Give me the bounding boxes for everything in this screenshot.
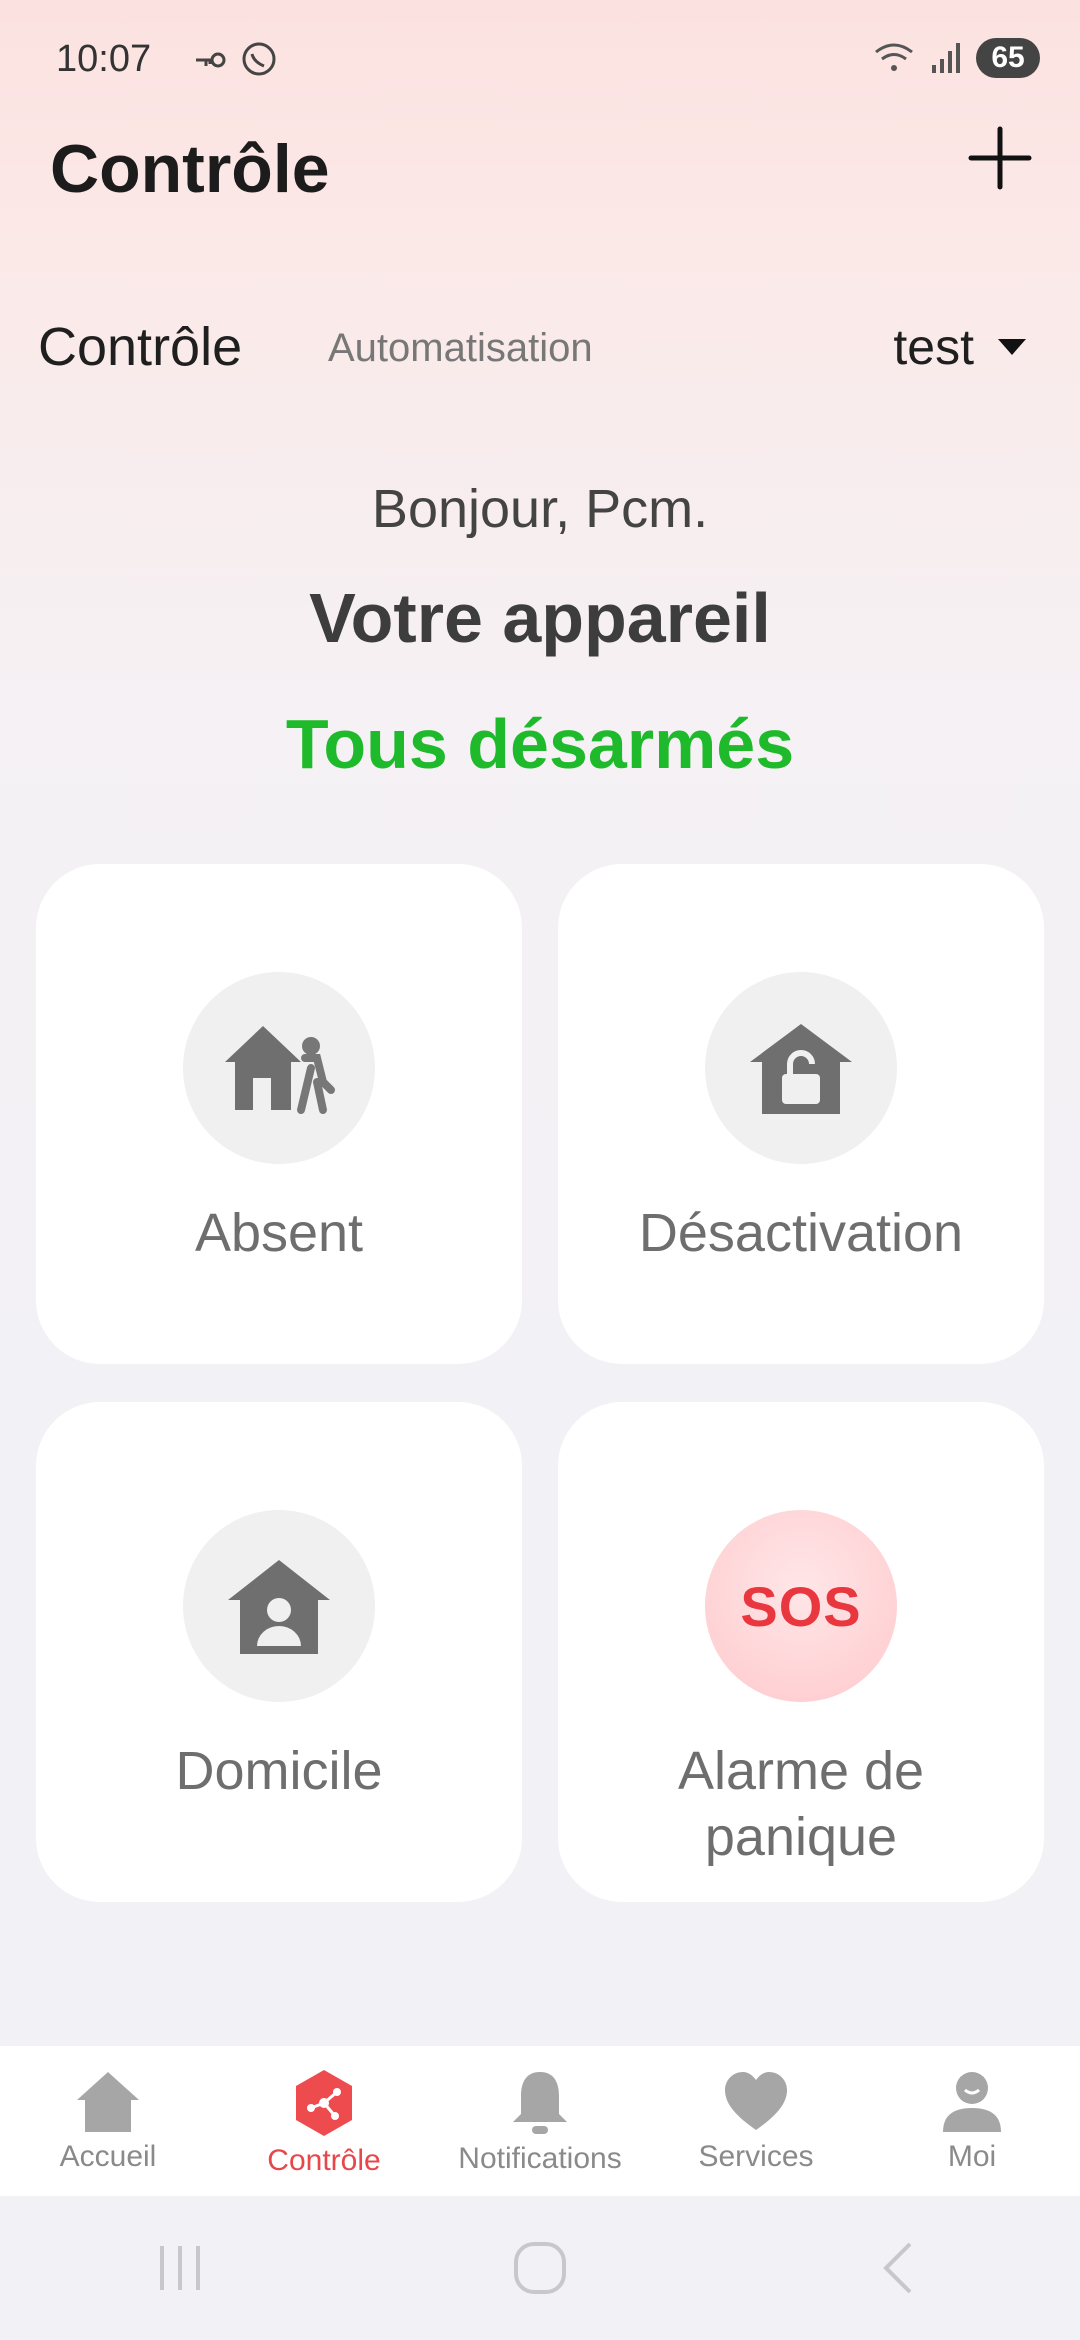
nav-label-services: Services — [698, 2140, 814, 2173]
sos-icon: SOS — [705, 1510, 897, 1702]
battery-indicator: 65 — [976, 38, 1040, 78]
mode-card-panic[interactable]: SOS Alarme de panique — [558, 1402, 1044, 1902]
tab-control[interactable]: Contrôle — [38, 316, 242, 378]
signal-icon — [932, 43, 960, 73]
nav-item-home[interactable]: Accueil — [0, 2046, 216, 2196]
nav-label-control: Contrôle — [267, 2144, 381, 2177]
mode-label-disarm: Désactivation — [638, 1203, 964, 1263]
mode-card-away[interactable]: Absent — [36, 864, 522, 1364]
mode-card-home[interactable]: Domicile — [36, 1402, 522, 1902]
bottom-nav: Accueil Contrôle Notifications Services — [0, 2046, 1080, 2196]
device-title: Votre appareil — [309, 579, 771, 657]
key-icon — [196, 52, 226, 68]
user-icon — [943, 2072, 1001, 2132]
greeting-text: Bonjour, Pcm. — [371, 479, 709, 539]
house-unlock-icon — [705, 972, 897, 1164]
system-navigation-bar — [0, 2196, 1080, 2340]
control-icon — [296, 2070, 352, 2136]
wifi-icon — [875, 43, 913, 71]
house-walking-icon — [183, 972, 375, 1164]
home-icon — [77, 2072, 139, 2132]
nav-item-control[interactable]: Contrôle — [216, 2046, 432, 2196]
caret-down-icon — [998, 339, 1026, 355]
back-icon[interactable] — [870, 2238, 930, 2298]
nav-label-home: Accueil — [59, 2140, 157, 2173]
home-button-icon[interactable] — [510, 2238, 570, 2298]
whatsapp-icon — [242, 42, 276, 76]
mode-label-away: Absent — [194, 1203, 364, 1263]
home-selector-label: test — [893, 319, 974, 375]
device-status: Tous désarmés — [285, 705, 795, 783]
mode-label-panic: Alarme de panique — [677, 1741, 925, 1867]
status-notification-icons — [190, 40, 278, 80]
plus-icon — [968, 126, 1032, 190]
sos-badge: SOS — [740, 1574, 862, 1638]
nav-item-me[interactable]: Moi — [864, 2046, 1080, 2196]
add-button[interactable] — [960, 118, 1040, 198]
mode-label-home: Domicile — [175, 1741, 383, 1801]
nav-item-services[interactable]: Services — [648, 2046, 864, 2196]
status-system-icons: 65 — [872, 38, 1040, 78]
nav-label-me: Moi — [947, 2140, 997, 2173]
recent-apps-icon[interactable] — [150, 2240, 210, 2296]
nav-label-notifications: Notifications — [458, 2142, 622, 2175]
nav-item-notifications[interactable]: Notifications — [432, 2046, 648, 2196]
mode-card-disarm[interactable]: Désactivation — [558, 864, 1044, 1364]
house-person-icon — [183, 1510, 375, 1702]
heart-icon — [725, 2072, 787, 2130]
bell-icon — [513, 2072, 567, 2134]
tab-automation[interactable]: Automatisation — [328, 326, 593, 371]
home-selector-dropdown[interactable]: test — [893, 318, 1028, 376]
page-title: Contrôle — [50, 131, 330, 207]
status-time: 10:07 — [56, 38, 152, 80]
